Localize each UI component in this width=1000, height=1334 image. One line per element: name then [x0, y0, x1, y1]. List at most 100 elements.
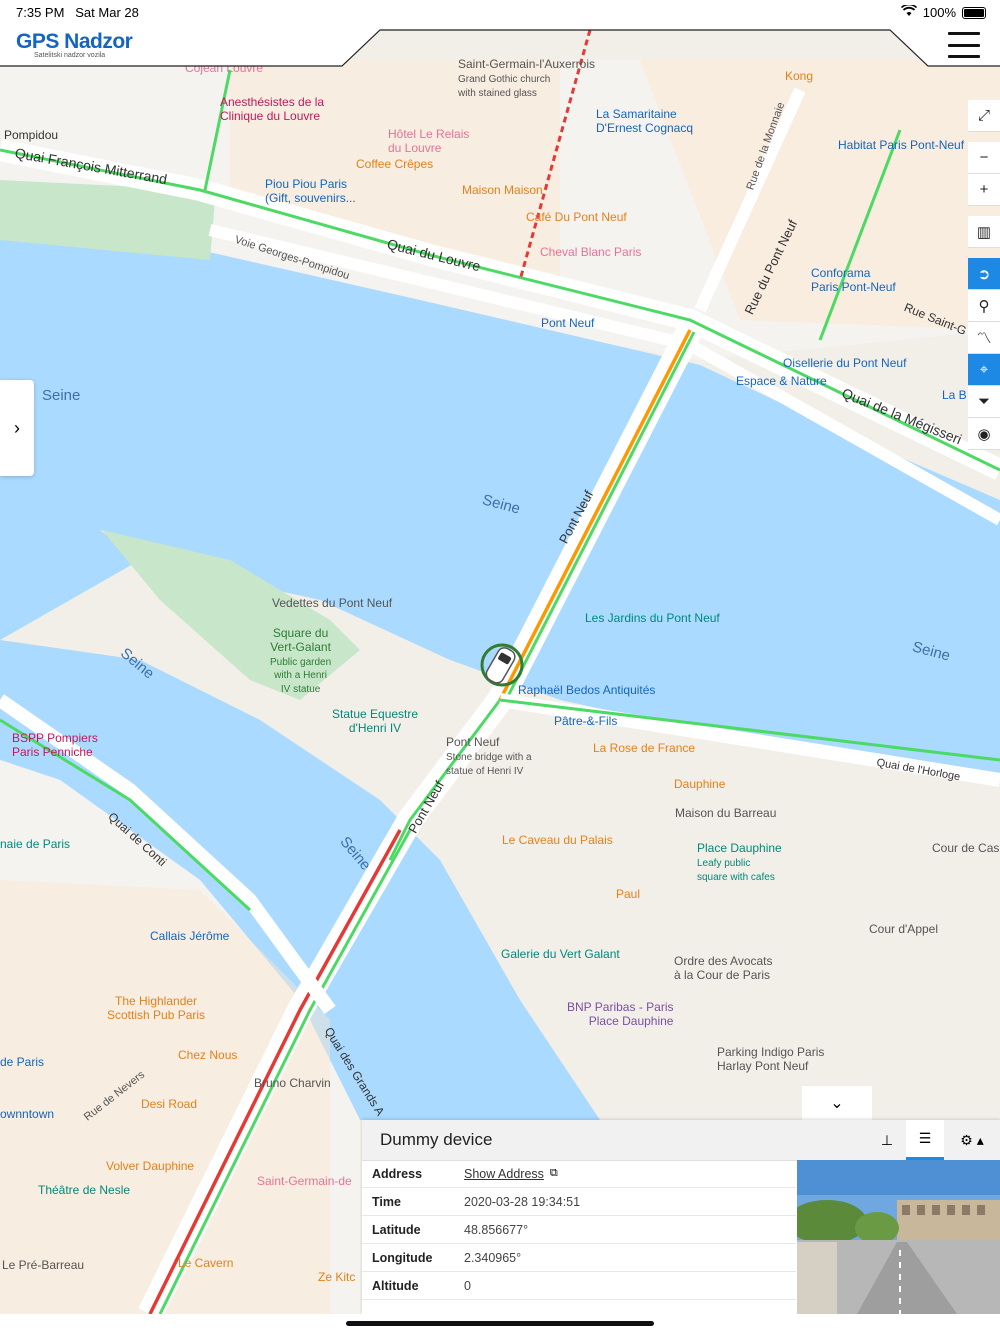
map-label: Pompidou [4, 128, 59, 142]
status-right: 100% [900, 3, 986, 20]
map-label: Le Pré-Barreau [2, 1258, 85, 1272]
header-shape [0, 26, 1000, 67]
battery-percent: 100% [922, 5, 956, 20]
map-label: Desi Road [141, 1097, 198, 1111]
status-bar: 7:35 PM Sat Mar 28 100% [0, 0, 1000, 26]
list-icon: ☰ [918, 1130, 932, 1146]
map-label: naie de Paris [0, 837, 71, 851]
field-value: 0 [464, 1278, 471, 1293]
map-label: Cheval Blanc Paris [540, 245, 642, 259]
follow-icon: ➲ [977, 265, 991, 283]
map-label: de Paris [0, 1055, 45, 1069]
map-label: La Samaritaine D'Ernest Cognacq [596, 107, 694, 135]
device-panel: Dummy device ⊥ ☰ ⚙ ▴ Address Show Addres… [362, 1120, 1000, 1314]
map-label: Pont Neuf [541, 316, 595, 330]
zoom-in-button[interactable]: + [968, 174, 1000, 206]
show-address-link[interactable]: Show Address [464, 1167, 544, 1181]
geofence-button[interactable]: ⚲ [968, 290, 1000, 322]
follow-button[interactable]: ➲ [968, 258, 1000, 290]
field-label: Time [372, 1194, 401, 1209]
map-label: Statue Equestre d'Henri IV [332, 707, 419, 735]
map-label: BNP Paribas - Paris Place Dauphine [567, 1000, 674, 1028]
map-label: Pâtre-&-Fils [554, 714, 618, 728]
map-label: ownntown [0, 1107, 55, 1121]
gear-icon: ⚙ ▴ [960, 1131, 984, 1148]
router-icon: ⊥ [880, 1131, 894, 1148]
collapse-panel-button[interactable]: ⌄ [802, 1086, 872, 1120]
field-value: 2.340965° [464, 1250, 522, 1265]
field-label: Longitude [372, 1250, 433, 1265]
map-label: Saint-Germain-de [257, 1174, 352, 1188]
map-label: Maison Maison [462, 183, 543, 197]
map-toolbar: ⤢ − + ▥ ➲ ⚲ 〽 ⌖ ⏷ ◉ [968, 100, 1000, 450]
fullscreen-icon: ⤢ [977, 107, 990, 124]
map-label: Callais Jérôme [150, 929, 230, 943]
map-label: Conforama Paris Pont-Neuf [811, 266, 896, 294]
map-label: Bruno Charvin [254, 1076, 331, 1090]
external-link-icon[interactable]: ⧉ [550, 1167, 558, 1180]
chevron-right-icon: › [14, 417, 20, 438]
battery-icon [962, 6, 986, 19]
wifi-icon [900, 3, 917, 20]
status-time: 7:35 PM Sat Mar 28 [16, 5, 139, 20]
map-label: Vedettes du Pont Neuf [272, 596, 393, 610]
plus-icon: + [979, 181, 989, 198]
field-label: Latitude [372, 1222, 421, 1237]
map-label: Hôtel Le Relais du Louvre [388, 127, 470, 155]
map-layers-button[interactable]: ▥ [968, 216, 1000, 248]
map-label: Coffee Crêpes [356, 157, 434, 171]
device-details-table: Address Show Address ⧉ Time 2020-03-28 1… [362, 1160, 796, 1300]
table-row: Altitude 0 [362, 1272, 796, 1300]
side-panel-toggle[interactable]: › [0, 380, 34, 476]
map-label: Ordre des Avocats à la Cour de Paris [674, 954, 773, 982]
visibility-button[interactable]: ◉ [968, 418, 1000, 450]
map-label: The Highlander Scottish Pub Paris [107, 994, 206, 1022]
tab-commands[interactable]: ⊥ [868, 1120, 906, 1160]
map-label: Kong [785, 69, 814, 83]
table-row: Longitude 2.340965° [362, 1244, 796, 1272]
tag-icon: ⏷ [977, 393, 990, 410]
map-label: BSPP Pompiers Paris Penniche [12, 731, 98, 759]
map-label: Anesthésistes de la Clinique du Louvre [220, 95, 325, 123]
map-label: Oisellerie du Pont Neuf [783, 356, 907, 370]
map-label: La B [942, 388, 967, 402]
map-label: Le Cavern [178, 1256, 234, 1270]
eye-icon: ◉ [977, 425, 991, 443]
home-indicator [346, 1321, 654, 1326]
map-label: Paul [616, 887, 641, 901]
map-label: Volver Dauphine [106, 1159, 195, 1173]
menu-icon[interactable] [948, 32, 980, 58]
tab-details[interactable]: ☰ [906, 1120, 944, 1160]
street-view-image[interactable] [797, 1160, 1000, 1314]
map-label: Parking Indigo Paris Harlay Pont Neuf [717, 1045, 825, 1073]
chevron-down-icon: ⌄ [830, 1095, 844, 1112]
map-label: Pont Neuf Stone bridge with a statue of He… [446, 735, 532, 777]
labels-button[interactable]: ⏷ [968, 386, 1000, 418]
location-pin-icon: ⚲ [978, 297, 990, 315]
map-label: Seine [42, 387, 81, 404]
map-label: Chez Nous [178, 1048, 238, 1062]
app-header: GPS Nadzor Satelitski nadzor vozila [0, 26, 1000, 70]
map-label: Piou Piou Paris (Gift, souvenirs... [265, 177, 356, 205]
map-label: Ze Kitc [318, 1270, 356, 1284]
map-label: Cour de Cas [932, 841, 1000, 855]
map-label: Théâtre de Nesle [38, 1183, 131, 1197]
center-button[interactable]: ⌖ [968, 354, 1000, 386]
map-label: Raphaël Bedos Antiquités [518, 683, 656, 697]
fullscreen-button[interactable]: ⤢ [968, 100, 1000, 132]
map-label: Habitat Paris Pont-Neuf [838, 138, 965, 152]
route-icon: 〽 [976, 330, 992, 347]
table-row: Time 2020-03-28 19:34:51 [362, 1188, 796, 1216]
map-icon: ▥ [976, 223, 992, 241]
device-name: Dummy device [380, 1130, 493, 1149]
field-value: 48.856677° [464, 1222, 529, 1237]
field-label: Address [372, 1166, 423, 1181]
map-label: Espace & Nature [736, 374, 827, 388]
tab-settings[interactable]: ⚙ ▴ [944, 1120, 1000, 1160]
route-button[interactable]: 〽 [968, 322, 1000, 354]
zoom-out-button[interactable]: − [968, 142, 1000, 174]
crosshair-icon: ⌖ [979, 361, 989, 378]
map-label: La Rose de France [593, 741, 696, 755]
minus-icon: − [979, 149, 989, 166]
field-value: 2020-03-28 19:34:51 [464, 1194, 581, 1209]
